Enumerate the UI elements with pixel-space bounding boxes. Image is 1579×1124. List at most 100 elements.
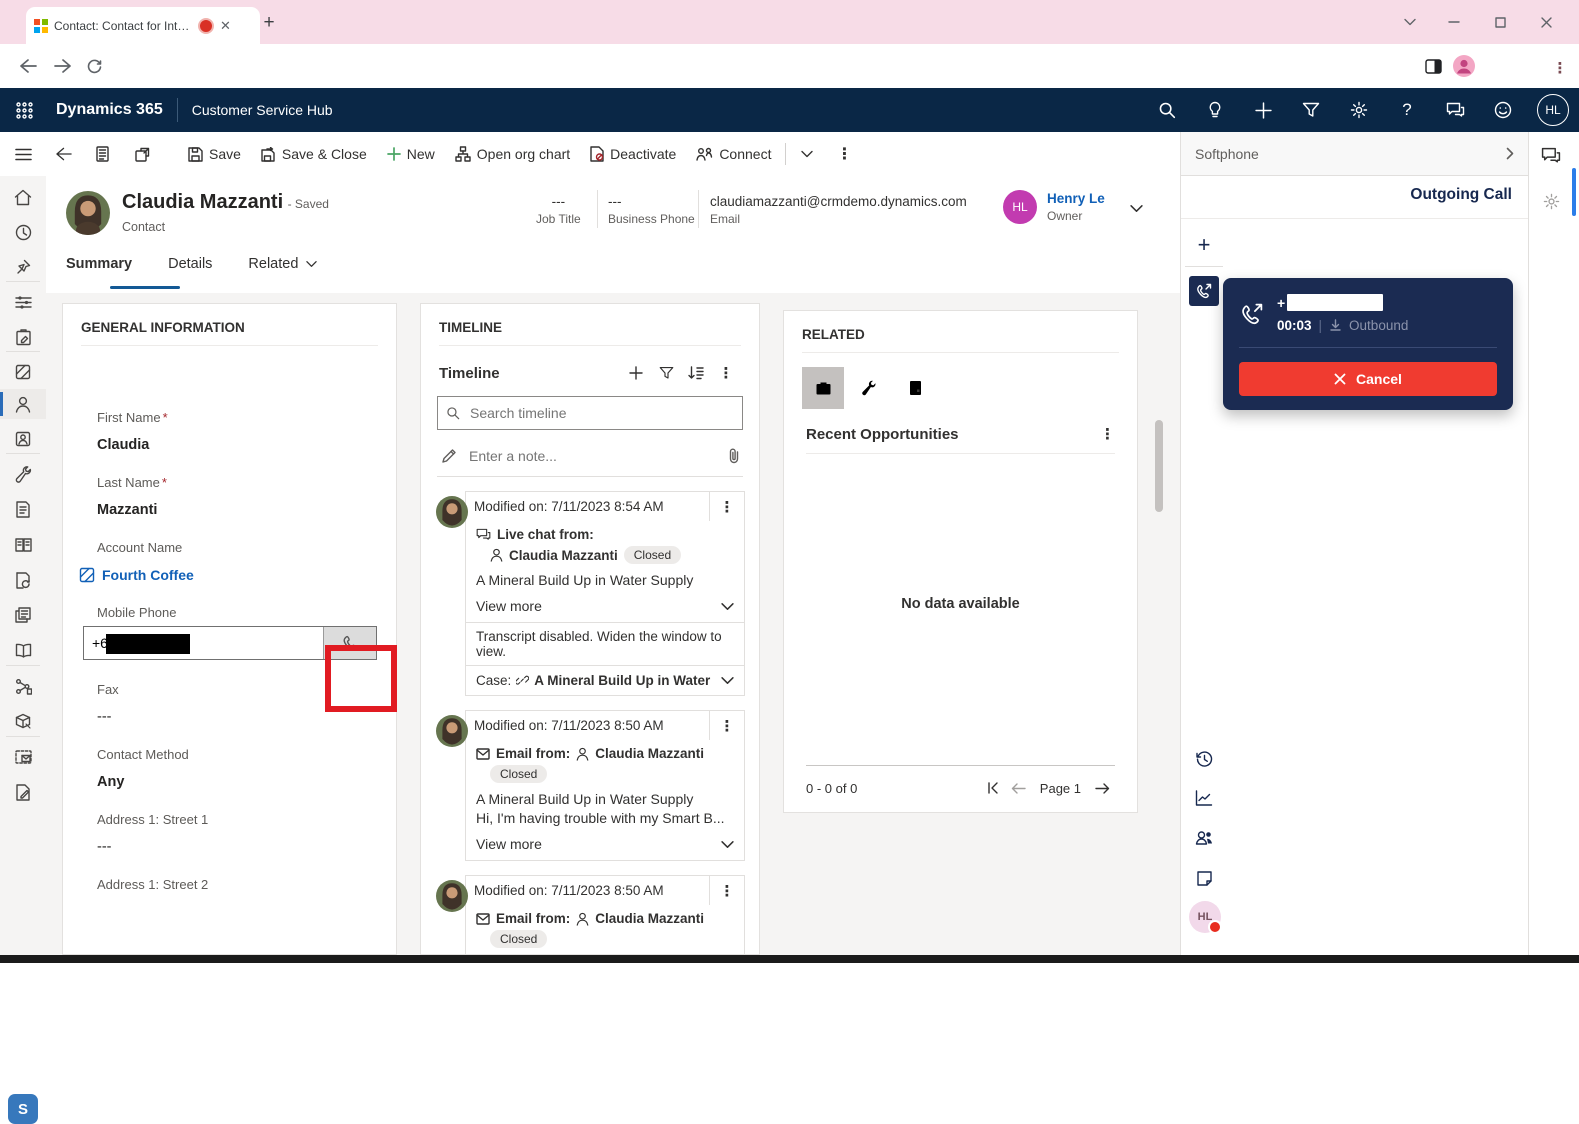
search-icon[interactable] xyxy=(1143,88,1191,132)
timeline-more-dots-icon[interactable]: ⋮ xyxy=(711,360,741,386)
update-menu-dots-icon[interactable]: ⋮ xyxy=(1552,57,1568,79)
quick-create-plus-icon[interactable] xyxy=(1239,88,1287,132)
form-selector-icon[interactable] xyxy=(82,132,122,176)
sidebar-accounts-icon[interactable] xyxy=(0,357,46,387)
related-tab-cases-wrench-icon[interactable] xyxy=(848,367,890,409)
entry-person[interactable]: Claudia Mazzanti xyxy=(595,746,704,761)
tab-close-icon[interactable]: ✕ xyxy=(220,18,231,34)
user-avatar-button[interactable]: HL xyxy=(1527,88,1579,132)
sidebar-open-book-icon[interactable] xyxy=(0,635,46,665)
contact-method-value[interactable]: Any xyxy=(97,774,378,790)
settings-gear-icon[interactable] xyxy=(1335,88,1383,132)
browser-tab[interactable]: Contact: Contact for Interact ✕ xyxy=(26,7,260,44)
view-more-row[interactable]: View more xyxy=(476,598,734,614)
tab-search-chevron-icon[interactable] xyxy=(1396,8,1424,36)
timeline-search-box[interactable] xyxy=(437,396,743,430)
address1-street1-value[interactable]: --- xyxy=(97,839,378,855)
help-icon[interactable]: ? xyxy=(1383,88,1431,132)
sidebar-entitlements-icon[interactable] xyxy=(0,671,46,701)
sidebar-knowledge-icon[interactable] xyxy=(0,530,46,560)
softphone-new-call-plus-icon[interactable]: + xyxy=(1189,230,1219,260)
teams-chat-icon[interactable] xyxy=(1431,88,1479,132)
entry-person[interactable]: Claudia Mazzanti xyxy=(509,548,618,563)
collapse-panel-chevron-icon[interactable] xyxy=(1506,147,1514,160)
sidebar-pinned-icon[interactable] xyxy=(0,252,46,282)
timeline-note-row[interactable] xyxy=(437,436,743,477)
timeline-filter-icon[interactable] xyxy=(651,360,681,386)
chevron-down-icon[interactable] xyxy=(721,676,734,685)
tab-details[interactable]: Details xyxy=(168,256,212,272)
conversations-chat-icon[interactable] xyxy=(1538,142,1564,168)
sidebar-article-sync-icon[interactable] xyxy=(0,565,46,595)
save-and-close-button[interactable]: Save & Close xyxy=(251,132,377,176)
tab-related-chevron-icon[interactable] xyxy=(306,260,317,268)
softphone-notes-icon[interactable] xyxy=(1189,863,1219,893)
entry-more-dots-icon[interactable]: ⋮ xyxy=(709,876,744,905)
app-name[interactable]: Customer Service Hub xyxy=(192,102,333,118)
browser-refresh-button[interactable] xyxy=(80,52,108,80)
account-name-link[interactable]: Fourth Coffee xyxy=(79,567,378,583)
related-more-dots-icon[interactable]: ⋮ xyxy=(1100,425,1115,443)
new-button[interactable]: New xyxy=(377,132,445,176)
timeline-entry[interactable]: Modified on: 7/11/2023 8:54 AM ⋮ Live ch… xyxy=(465,491,745,696)
timeline-sort-icon[interactable] xyxy=(681,360,711,386)
note-input[interactable] xyxy=(467,447,719,465)
sidebar-products-icon[interactable] xyxy=(0,706,46,736)
related-tab-opportunities-icon[interactable] xyxy=(802,367,844,409)
timeline-add-icon[interactable] xyxy=(621,360,651,386)
entry-subject[interactable]: A Mineral Build Up in Water Supply xyxy=(476,572,734,588)
cancel-call-button[interactable]: Cancel xyxy=(1239,362,1497,396)
owner-name[interactable]: Henry Le xyxy=(1047,191,1105,206)
deactivate-button[interactable]: Deactivate xyxy=(580,132,686,176)
filter-icon[interactable] xyxy=(1287,88,1335,132)
save-button[interactable]: Save xyxy=(178,132,251,176)
header-expand-chevron-icon[interactable] xyxy=(1124,196,1148,220)
entry-more-dots-icon[interactable]: ⋮ xyxy=(709,492,744,521)
softphone-analytics-icon[interactable] xyxy=(1189,783,1219,813)
new-tab-button[interactable]: + xyxy=(258,12,280,34)
browser-back-button[interactable] xyxy=(14,52,42,80)
window-close-button[interactable] xyxy=(1532,8,1560,36)
timeline-search-input[interactable] xyxy=(468,404,734,422)
view-more-row[interactable]: View more xyxy=(476,836,734,852)
browser-forward-button[interactable] xyxy=(48,52,76,80)
header-field-business-phone[interactable]: --- Business Phone xyxy=(608,194,695,226)
window-maximize-button[interactable] xyxy=(1486,8,1514,36)
sidebar-dashboards-icon[interactable] xyxy=(0,287,46,317)
case-link[interactable]: A Mineral Build Up in Water S... xyxy=(534,673,711,688)
entry-subject[interactable]: A Mineral Build Up in Water Supply xyxy=(476,791,734,807)
lightbulb-icon[interactable] xyxy=(1191,88,1239,132)
sidebar-articles-copy-icon[interactable] xyxy=(0,600,46,630)
feedback-smiley-icon[interactable] xyxy=(1479,88,1527,132)
sidebar-document-edit-icon[interactable] xyxy=(0,777,46,807)
browser-profile-avatar[interactable] xyxy=(1450,52,1478,80)
tab-related[interactable]: Related xyxy=(248,256,298,272)
sidebar-activities-icon[interactable] xyxy=(0,322,46,352)
sidebar-recent-icon[interactable] xyxy=(0,217,46,247)
sidebar-cases-icon[interactable] xyxy=(0,459,46,489)
open-in-new-window-icon[interactable] xyxy=(122,132,162,176)
tab-summary[interactable]: Summary xyxy=(66,256,132,272)
open-org-chart-button[interactable]: Open org chart xyxy=(445,132,580,176)
softphone-contacts-icon[interactable] xyxy=(1189,823,1219,853)
softphone-user-avatar[interactable]: HL xyxy=(1189,901,1221,933)
main-scrollbar-thumb[interactable] xyxy=(1155,420,1163,512)
panel-settings-gear-icon[interactable] xyxy=(1540,190,1562,212)
header-field-email[interactable]: claudiamazzanti@crmdemo.dynamics.com Ema… xyxy=(710,194,967,226)
more-commands-dots-icon[interactable]: ⋮ xyxy=(824,132,864,176)
next-page-icon[interactable] xyxy=(1089,778,1115,798)
related-tab-documents-icon[interactable] xyxy=(894,367,936,409)
softphone-outgoing-call-tab-icon[interactable] xyxy=(1189,276,1219,306)
header-field-job-title[interactable]: --- Job Title xyxy=(536,194,581,226)
previous-page-icon[interactable] xyxy=(1006,778,1032,798)
sidebar-home-icon[interactable] xyxy=(0,182,46,212)
go-back-icon[interactable] xyxy=(46,132,82,176)
contact-photo-avatar[interactable] xyxy=(66,191,110,235)
sidebar-social-profiles-icon[interactable] xyxy=(0,424,46,454)
edge-sidebar-icon[interactable] xyxy=(1420,53,1446,79)
sidebar-email-templates-icon[interactable] xyxy=(0,742,46,772)
first-page-icon[interactable] xyxy=(980,778,1006,798)
entry-case-row[interactable]: Case: A Mineral Build Up in Water S... xyxy=(466,665,744,695)
softphone-panel-header[interactable]: Softphone xyxy=(1180,132,1528,176)
account-name-value[interactable]: Fourth Coffee xyxy=(102,567,194,583)
